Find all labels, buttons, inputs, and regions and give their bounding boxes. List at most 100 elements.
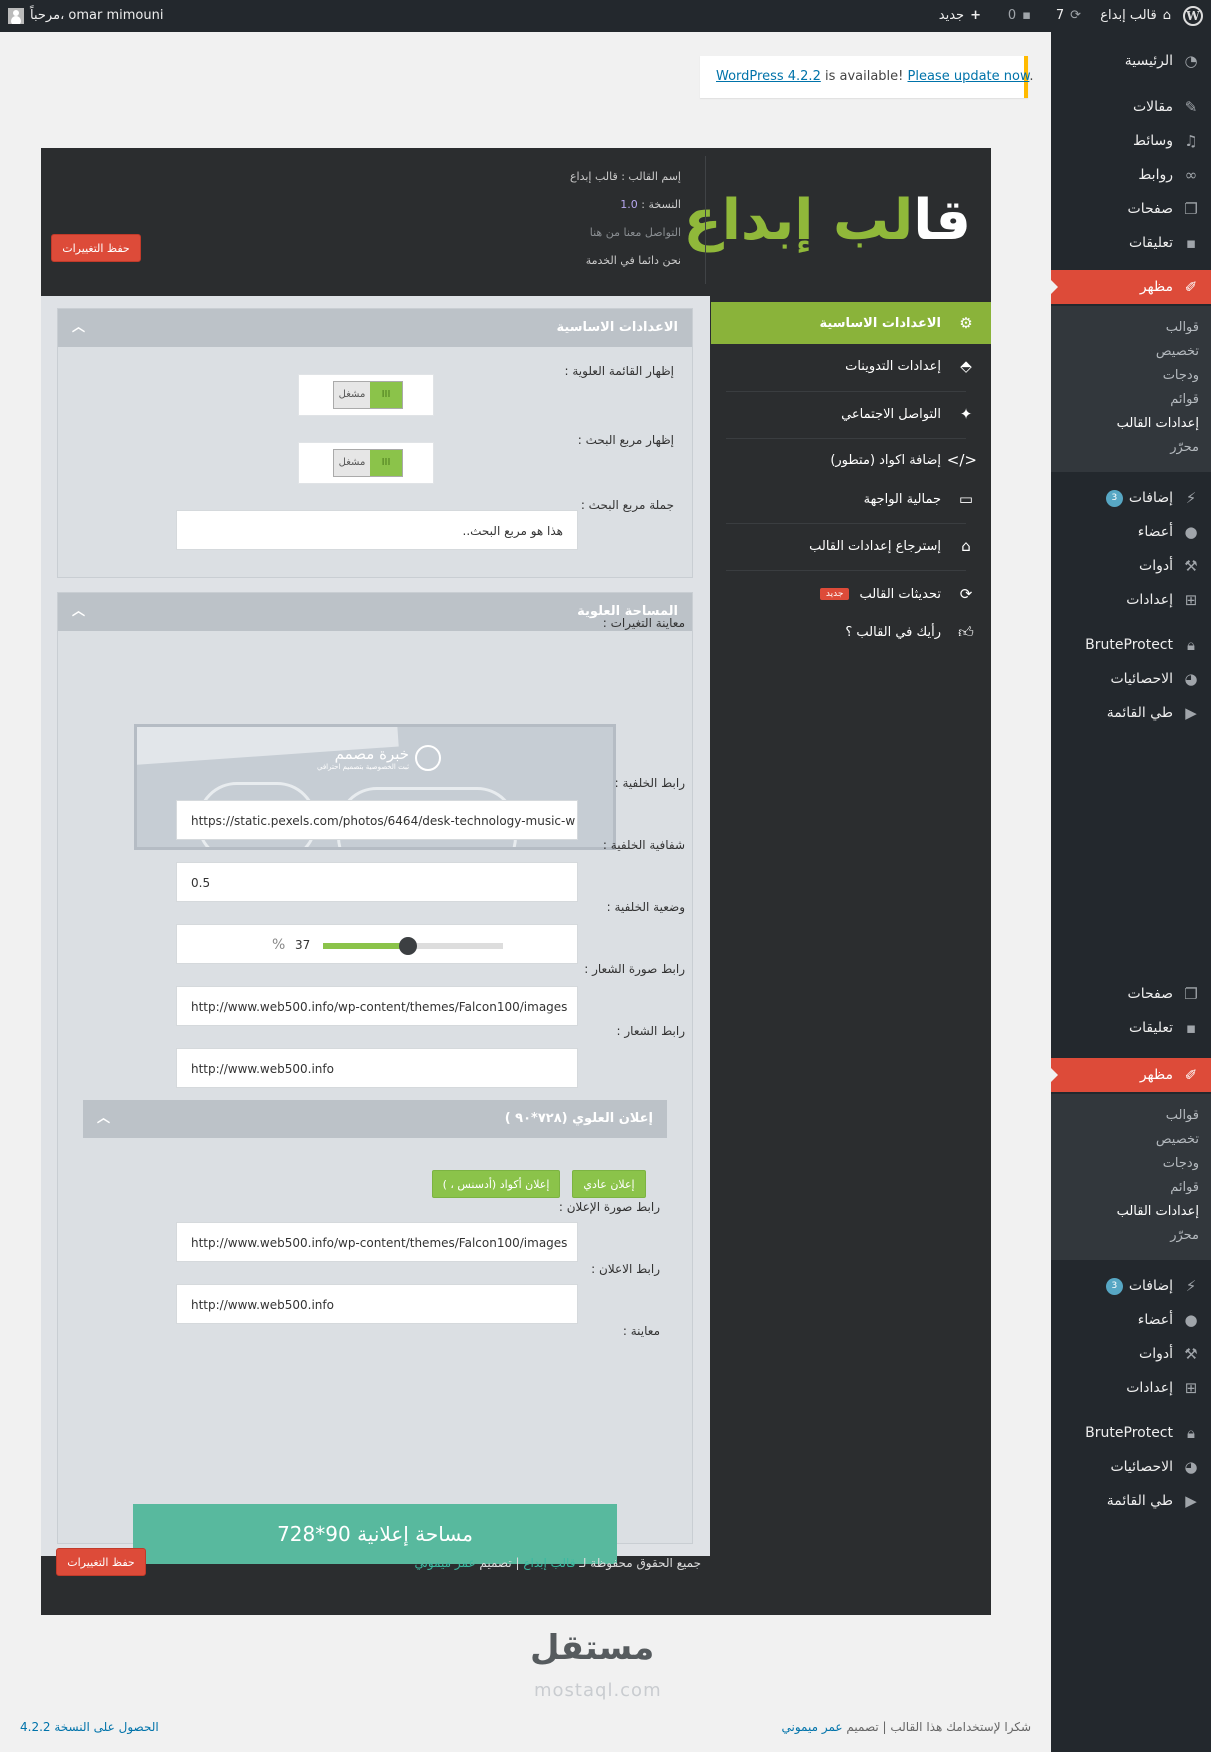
menu-users[interactable]: ● أعضاء (1051, 515, 1211, 549)
menu-settings[interactable]: ⊞ إعدادات (1051, 1371, 1211, 1405)
designer-link[interactable]: عمر ميموني (414, 1556, 475, 1570)
bg-opacity-label: شفافية الخلفية : (602, 838, 685, 852)
ad-image-label: رابط صورة الإعلان : (558, 1200, 660, 1214)
menu-stats[interactable]: ◕ الاحصائيات (1051, 1450, 1211, 1484)
menu-bruteprotect[interactable]: 🔒︎ BruteProtect (1051, 628, 1211, 662)
menu-bruteprotect[interactable]: 🔒︎ BruteProtect (1051, 1416, 1211, 1450)
menu-pages[interactable]: ❐ صفحات (1051, 977, 1211, 1011)
menu-pages[interactable]: ❐ صفحات (1051, 192, 1211, 226)
user-icon: ● (1184, 1311, 1198, 1329)
appearance-submenu: قوالب تخصيص ودجات قوائم إعدادات القالب م… (1051, 1094, 1211, 1260)
bg-position-label: وضعية الخلفية : (606, 900, 685, 914)
admin-menu: ◔ الرئيسية ✎ مقالات ♫ وسائط ∞ روابط ❐ صفحات ▪… (1050, 32, 1211, 1752)
menu-posts[interactable]: ✎ مقالات (1051, 90, 1211, 124)
submenu-customize[interactable]: تخصيص (1051, 340, 1211, 364)
menu-tools[interactable]: ⚒ أدوات (1051, 549, 1211, 583)
updates-link[interactable]: 7 ⟳ (1056, 0, 1081, 32)
nav-updates[interactable]: ⟳ تحديثات القالب جديد (711, 573, 991, 615)
menu-dashboard[interactable]: ◔ الرئيسية (1051, 44, 1211, 78)
submenu-themes[interactable]: قوالب (1051, 316, 1211, 340)
submenu-widgets[interactable]: ودجات (1051, 1152, 1211, 1176)
menu-appearance[interactable]: ✐ مظهر (1050, 270, 1211, 304)
submenu-menus[interactable]: قوائم (1051, 388, 1211, 412)
ad-image-input[interactable]: http://www.web500.info/wp-content/themes… (176, 1222, 578, 1262)
search-phrase-input[interactable]: هذا هو مربع البحث.. (176, 510, 578, 550)
menu-appearance[interactable]: ✐ مظهر (1050, 1058, 1211, 1092)
logo-image-input[interactable]: http://www.web500.info/wp-content/themes… (176, 986, 578, 1026)
watermark-url: mostaql.com (534, 1680, 662, 1701)
submenu-themes[interactable]: قوالب (1051, 1104, 1211, 1128)
search-toggle[interactable]: مشغل III (333, 449, 403, 477)
theme-name-info: إسم القالب : قالب إبداع (569, 170, 681, 183)
normal-ad-button[interactable]: إعلان عادي (572, 1170, 646, 1198)
bg-position-slider[interactable]: % 37 (176, 924, 578, 964)
menu-users[interactable]: ● أعضاء (1051, 1303, 1211, 1337)
menu-plugins[interactable]: ⚡ إضافات 3 (1051, 481, 1211, 515)
section-header[interactable]: المساحة العلوية ︿ (58, 593, 692, 631)
desktop-icon: ▭ (958, 490, 974, 508)
brush-icon: ✐ (1184, 1066, 1198, 1084)
bg-opacity-input[interactable]: 0.5 (176, 862, 578, 902)
account-menu[interactable]: مرحباً، omar mimouni (8, 0, 163, 32)
wp-logo-icon[interactable]: W (1183, 0, 1203, 32)
nav-opinion[interactable]: 👍︎ رأيك في القالب ؟ (711, 611, 991, 653)
submenu-editor[interactable]: محرّر (1051, 436, 1211, 460)
menu-settings[interactable]: ⊞ إعدادات (1051, 583, 1211, 617)
ad-section-header[interactable]: إعلان العلوي (٧٢٨*٩٠ ) ︿ (83, 1100, 667, 1138)
menu-comments[interactable]: ▪ تعليقات (1051, 1011, 1211, 1045)
plugin-icon: ⚡ (1185, 489, 1197, 507)
submenu-widgets[interactable]: ودجات (1051, 364, 1211, 388)
menu-plugins[interactable]: ⚡ إضافات 3 (1051, 1269, 1211, 1303)
appearance-submenu: قوالب تخصيص ودجات قوائم إعدادات القالب م… (1051, 306, 1211, 472)
nav-basic[interactable]: ⚙ الاعدادات الاساسية (711, 302, 991, 344)
theme-link[interactable]: قالب إبداع (523, 1556, 575, 1570)
plugins-badge: 3 (1105, 1277, 1123, 1295)
chevron-up-icon[interactable]: ︿ (72, 593, 85, 631)
wordpress-version-link[interactable]: WordPress 4.2.2 (716, 69, 821, 84)
nav-social[interactable]: ✦ التواصل الاجتماعي (711, 393, 991, 435)
submenu-theme-settings[interactable]: إعدادات القالب (1051, 412, 1211, 436)
nav-codes[interactable]: </> إضافة اكواد (متطور) (711, 439, 991, 481)
chevron-up-icon[interactable]: ︿ (72, 309, 85, 347)
menu-collapse[interactable]: ▶ طي القائمة (1051, 696, 1211, 730)
code-ad-button[interactable]: إعلان أكواد (أدسنس ، ) (432, 1170, 560, 1198)
pie-chart-icon: ◕ (1184, 670, 1198, 688)
top-menu-toggle[interactable]: مشغل III (333, 381, 403, 409)
submenu-editor[interactable]: محرّر (1051, 1224, 1211, 1248)
wp-footer-thanks: شكرا لإستخدامك هذا القالب | تصميم عمر مي… (781, 1720, 1031, 1734)
slider-handle[interactable] (399, 937, 418, 955)
section-header[interactable]: الاعدادات الاساسية ︿ (58, 309, 692, 347)
menu-collapse[interactable]: ▶ طي القائمة (1051, 1484, 1211, 1518)
nav-posts[interactable]: ⬘ إعدادات التدوينات (711, 345, 991, 387)
save-button[interactable]: حفظ التغييرات (51, 234, 141, 262)
menu-comments[interactable]: ▪ تعليقات (1051, 226, 1211, 260)
contact-link[interactable]: التواصل معنا من هنا (590, 226, 681, 239)
chevron-up-icon[interactable]: ︿ (97, 1100, 110, 1138)
ad-url-input[interactable]: http://www.web500.info (176, 1284, 578, 1324)
code-icon: </> (946, 451, 977, 469)
nav-restore[interactable]: ⌂ إسترجاع إعدادات القالب (711, 525, 991, 567)
comment-icon: ▪ (1185, 234, 1197, 252)
pin-icon: ✎ (1184, 98, 1198, 116)
link-icon: ∞ (1184, 166, 1198, 184)
menu-links[interactable]: ∞ روابط (1051, 158, 1211, 192)
bg-url-input[interactable]: https://static.pexels.com/photos/6464/de… (176, 800, 578, 840)
wp-footer-version-link[interactable]: الحصول على النسخة 4.2.2 (20, 1720, 159, 1734)
divider (726, 570, 966, 571)
site-name-link[interactable]: قالب إبداع ⌂ (1100, 0, 1171, 32)
menu-media[interactable]: ♫ وسائط (1051, 124, 1211, 158)
new-content-link[interactable]: جديد + (939, 0, 981, 32)
submenu-menus[interactable]: قوائم (1051, 1176, 1211, 1200)
menu-tools[interactable]: ⚒ أدوات (1051, 1337, 1211, 1371)
slider-fill (323, 943, 409, 949)
submenu-theme-settings[interactable]: إعدادات القالب (1051, 1200, 1211, 1224)
menu-stats[interactable]: ◕ الاحصائيات (1051, 662, 1211, 696)
update-now-link[interactable]: Please update now (908, 69, 1030, 84)
wp-footer-designer-link[interactable]: عمر ميموني (782, 1720, 843, 1734)
comments-link[interactable]: 0 ▪ (1008, 0, 1031, 32)
logo-url-input[interactable]: http://www.web500.info (176, 1048, 578, 1088)
preview-brand: خبرة مصمم ثبت الخصوصية بتصميم احترافي (317, 745, 442, 771)
save-button[interactable]: حفظ التغييرات (56, 1548, 146, 1576)
nav-appearance[interactable]: ▭ جمالية الواجهة (711, 478, 991, 520)
submenu-customize[interactable]: تخصيص (1051, 1128, 1211, 1152)
